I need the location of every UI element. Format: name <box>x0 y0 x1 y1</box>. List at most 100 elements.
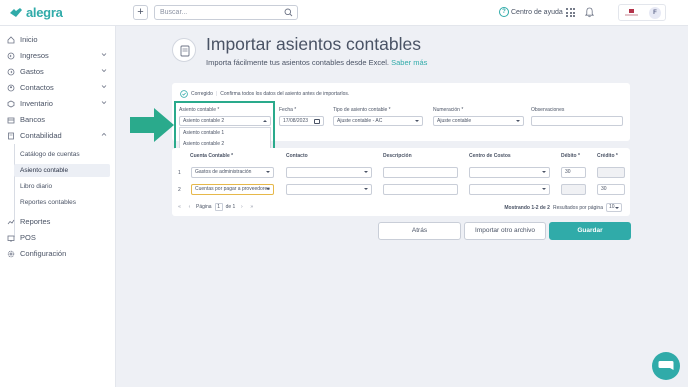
per-page-label: Resultados por página <box>552 204 603 211</box>
chevron-down-icon <box>364 188 368 190</box>
page-of-label: de 1 <box>225 204 236 210</box>
status-separator: | <box>215 91 218 97</box>
chevron-down-icon <box>516 120 520 122</box>
pagination: « ‹ Página 1 de 1 › » <box>176 203 255 211</box>
tipo-label: Tipo de asiento contable * <box>333 107 391 113</box>
import-page-icon <box>172 38 196 62</box>
descripcion-input[interactable] <box>383 184 458 195</box>
sidebar-item-bancos[interactable]: Bancos <box>7 113 107 126</box>
quick-add-button[interactable]: + <box>133 5 148 20</box>
credito-input[interactable] <box>597 167 625 178</box>
contacto-select[interactable] <box>286 167 372 178</box>
sidebar-item-label: Inventario <box>20 99 53 108</box>
status-bar: Corregido | Confirma todos los datos del… <box>180 90 349 98</box>
contacto-select[interactable] <box>286 184 372 195</box>
back-button[interactable]: Atrás <box>378 222 461 240</box>
chat-support-button[interactable] <box>652 352 680 380</box>
sidebar-item-contactos[interactable]: Contactos <box>7 81 107 94</box>
sidebar-item-label: Inicio <box>20 35 38 44</box>
sidebar-subitem-reportes-contables[interactable]: Reportes contables <box>14 196 110 209</box>
status-note: Confirma todos los datos del asiento ant… <box>220 91 350 97</box>
tipo-value: Ajuste contable - AC <box>337 118 383 124</box>
check-circle-icon <box>180 90 188 98</box>
sidebar-item-configuracion[interactable]: Configuración <box>7 247 107 260</box>
search-input[interactable] <box>155 6 280 19</box>
sidebar-item-contabilidad[interactable]: Contabilidad <box>7 129 107 142</box>
bank-icon <box>7 117 15 123</box>
chevron-down-icon <box>415 120 419 122</box>
home-icon <box>7 35 15 43</box>
numeracion-select[interactable]: Ajuste contable <box>433 116 524 126</box>
learn-more-link[interactable]: Saber más <box>391 58 427 67</box>
page-subtitle: Importa fácilmente tus asientos contable… <box>206 58 427 67</box>
debito-input[interactable]: 30 <box>561 167 586 178</box>
sidebar-item-label: Gastos <box>20 67 44 76</box>
sidebar-subitem-asiento-contable[interactable]: Asiento contable <box>14 164 110 177</box>
observaciones-input[interactable] <box>531 116 623 126</box>
prev-page-button[interactable]: ‹ <box>186 203 193 211</box>
centro-select[interactable] <box>469 167 550 178</box>
col-header-descripcion: Descripción <box>383 153 412 159</box>
sidebar-item-label: Contactos <box>20 83 54 92</box>
descripcion-input[interactable] <box>383 167 458 178</box>
debito-input[interactable] <box>561 184 586 195</box>
tipo-select[interactable]: Ajuste contable - AC <box>333 116 423 126</box>
chevron-up-icon <box>101 132 107 136</box>
sidebar-subitem-libro-diario[interactable]: Libro diario <box>14 180 110 193</box>
per-page-select[interactable]: 10 <box>606 203 622 212</box>
page-number-input[interactable]: 1 <box>214 203 223 211</box>
sidebar-subitem-catalogo[interactable]: Catálogo de cuentas <box>14 148 110 161</box>
credito-input[interactable]: 30 <box>597 184 625 195</box>
help-icon: ? <box>499 7 509 17</box>
bell-icon[interactable] <box>585 7 594 18</box>
sidebar-item-label: Bancos <box>20 115 46 124</box>
centro-select[interactable] <box>469 184 550 195</box>
cuenta-select[interactable]: Gastos de administración <box>191 167 274 178</box>
chevron-down-icon <box>266 171 270 173</box>
sidebar-item-ingresos[interactable]: Ingresos <box>7 49 107 62</box>
subtitle-text: Importa fácilmente tus asientos contable… <box>206 58 390 67</box>
last-page-button[interactable]: » <box>248 203 255 211</box>
search-icon[interactable] <box>284 8 293 17</box>
chevron-down-icon <box>101 53 107 57</box>
alegra-logo-icon <box>10 7 22 17</box>
next-page-button[interactable]: › <box>238 203 245 211</box>
settings-icon <box>7 250 15 257</box>
help-label: Centro de ayuda <box>511 8 563 16</box>
avatar[interactable]: F <box>649 7 661 19</box>
first-page-button[interactable]: « <box>176 203 183 211</box>
numeracion-label: Numeración * <box>433 107 464 113</box>
sidebar-item-label: Contabilidad <box>20 131 62 140</box>
accounting-icon <box>8 132 14 139</box>
fecha-input[interactable]: 17/08/2023 <box>279 116 324 126</box>
help-center-link[interactable]: ? Centro de ayuda <box>499 7 563 17</box>
cuenta-value: Cuentas por pagar a proveedores <box>195 186 270 192</box>
logo-text: alegra <box>26 5 63 20</box>
cuenta-value: Gastos de administración <box>195 169 252 175</box>
apps-grid-icon[interactable] <box>566 8 575 17</box>
chevron-down-icon <box>615 206 619 209</box>
sidebar-item-reportes[interactable]: Reportes <box>7 215 107 228</box>
search-box[interactable] <box>154 5 298 20</box>
entries-table-card: Cuenta Contable * Contacto Descripción C… <box>172 148 630 216</box>
sidebar-item-inventario[interactable]: Inventario <box>7 97 107 110</box>
cuenta-select[interactable]: Cuentas por pagar a proveedores <box>191 184 274 195</box>
chevron-down-icon <box>101 101 107 105</box>
sidebar-item-gastos[interactable]: Gastos <box>7 65 107 78</box>
page-title: Importar asientos contables <box>206 34 421 54</box>
save-button[interactable]: Guardar <box>549 222 631 240</box>
alegra-logo[interactable]: alegra <box>9 5 63 20</box>
reports-icon <box>7 219 15 224</box>
import-other-button[interactable]: Importar otro archivo <box>464 222 546 240</box>
col-header-cuenta: Cuenta Contable * <box>190 153 234 159</box>
calendar-icon[interactable] <box>314 118 320 124</box>
sidebar-item-label: POS <box>20 233 36 242</box>
company-switcher[interactable]: F <box>618 4 666 21</box>
showing-count: Mostrando 1-2 de 2 <box>504 204 550 211</box>
sidebar-item-inicio[interactable]: Inicio <box>7 33 107 46</box>
chevron-down-icon <box>101 69 107 73</box>
chevron-down-icon <box>542 188 546 190</box>
pos-icon <box>7 235 15 241</box>
sidebar-item-pos[interactable]: POS <box>7 231 107 244</box>
income-icon <box>7 52 15 59</box>
